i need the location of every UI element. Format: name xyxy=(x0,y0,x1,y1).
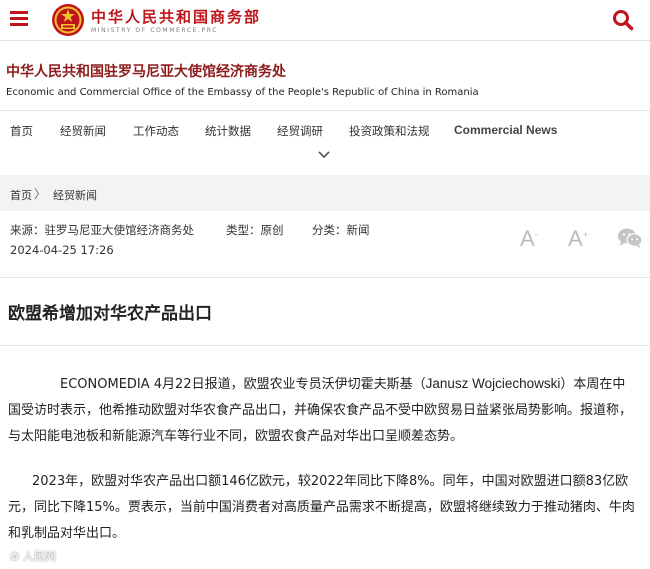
nav-item-statistics[interactable]: 统计数据 xyxy=(205,123,251,139)
p1-person-name: Janusz Wojciechowski xyxy=(425,376,561,391)
national-emblem-icon xyxy=(52,4,84,36)
nav-item-trade-news[interactable]: 经贸新闻 xyxy=(60,123,106,139)
article-paragraph-2: 2023年，欧盟对华农产品出口额146亿欧元，较2022年同比下降8%。同年，中… xyxy=(8,474,635,541)
nav-item-investment-policy[interactable]: 投资政策和法规 xyxy=(349,123,430,139)
article-type: 类型：原创 xyxy=(226,223,284,237)
chevron-down-icon[interactable] xyxy=(317,150,331,160)
title-divider xyxy=(0,345,650,346)
font-decrease-button[interactable]: A- xyxy=(520,226,538,252)
font-increase-label: A xyxy=(568,226,583,251)
menu-icon[interactable] xyxy=(10,11,28,27)
article-datetime: 2024-04-25 17:26 xyxy=(10,243,114,257)
breadcrumb-separator: 〉 xyxy=(34,187,47,201)
ministry-name-cn[interactable]: 中华人民共和国商务部 xyxy=(91,6,261,27)
p1-text-a: ECONOMEDIA 4月22日报道，欧盟农业专员沃伊切霍夫斯基（ xyxy=(60,377,426,392)
breadcrumb-home[interactable]: 首页 xyxy=(10,187,32,203)
office-name-en: Economic and Commercial Office of the Em… xyxy=(6,87,479,98)
main-nav: 首页 经贸新闻 工作动态 统计数据 经贸调研 投资政策和法规 Commercia… xyxy=(0,119,650,143)
wechat-icon[interactable] xyxy=(617,227,643,249)
nav-item-home[interactable]: 首页 xyxy=(10,123,33,139)
breadcrumb-current[interactable]: 经贸新闻 xyxy=(53,187,97,203)
watermark: ✿ 人民网 xyxy=(10,550,56,563)
ministry-name-en: MINISTRY OF COMMERCE.PRC xyxy=(91,27,219,34)
office-name-cn[interactable]: 中华人民共和国驻罗马尼亚大使馆经济商务处 xyxy=(6,61,286,81)
font-decrease-label: A xyxy=(520,226,535,251)
article-source: 来源：驻罗马尼亚大使馆经济商务处 xyxy=(10,223,194,237)
article-category: 分类：新闻 xyxy=(312,223,370,237)
top-bar: 中华人民共和国商务部 MINISTRY OF COMMERCE.PRC xyxy=(0,0,650,41)
article-title: 欧盟希增加对华农产品出口 xyxy=(8,304,212,324)
nav-item-commercial-news[interactable]: Commercial News xyxy=(454,123,557,137)
font-increase-button[interactable]: A+ xyxy=(568,226,588,252)
breadcrumb: 首页 〉 经贸新闻 xyxy=(0,175,650,211)
nav-item-research[interactable]: 经贸调研 xyxy=(277,123,323,139)
nav-item-work-updates[interactable]: 工作动态 xyxy=(133,123,179,139)
article-paragraph-1: ECONOMEDIA 4月22日报道，欧盟农业专员沃伊切霍夫斯基（Janusz … xyxy=(8,371,636,450)
article-meta: 来源：驻罗马尼亚大使馆经济商务处 类型：原创 分类：新闻 2024-04-25 … xyxy=(0,211,650,278)
office-header: 中华人民共和国驻罗马尼亚大使馆经济商务处 Economic and Commer… xyxy=(0,52,650,111)
search-icon[interactable] xyxy=(612,9,634,31)
